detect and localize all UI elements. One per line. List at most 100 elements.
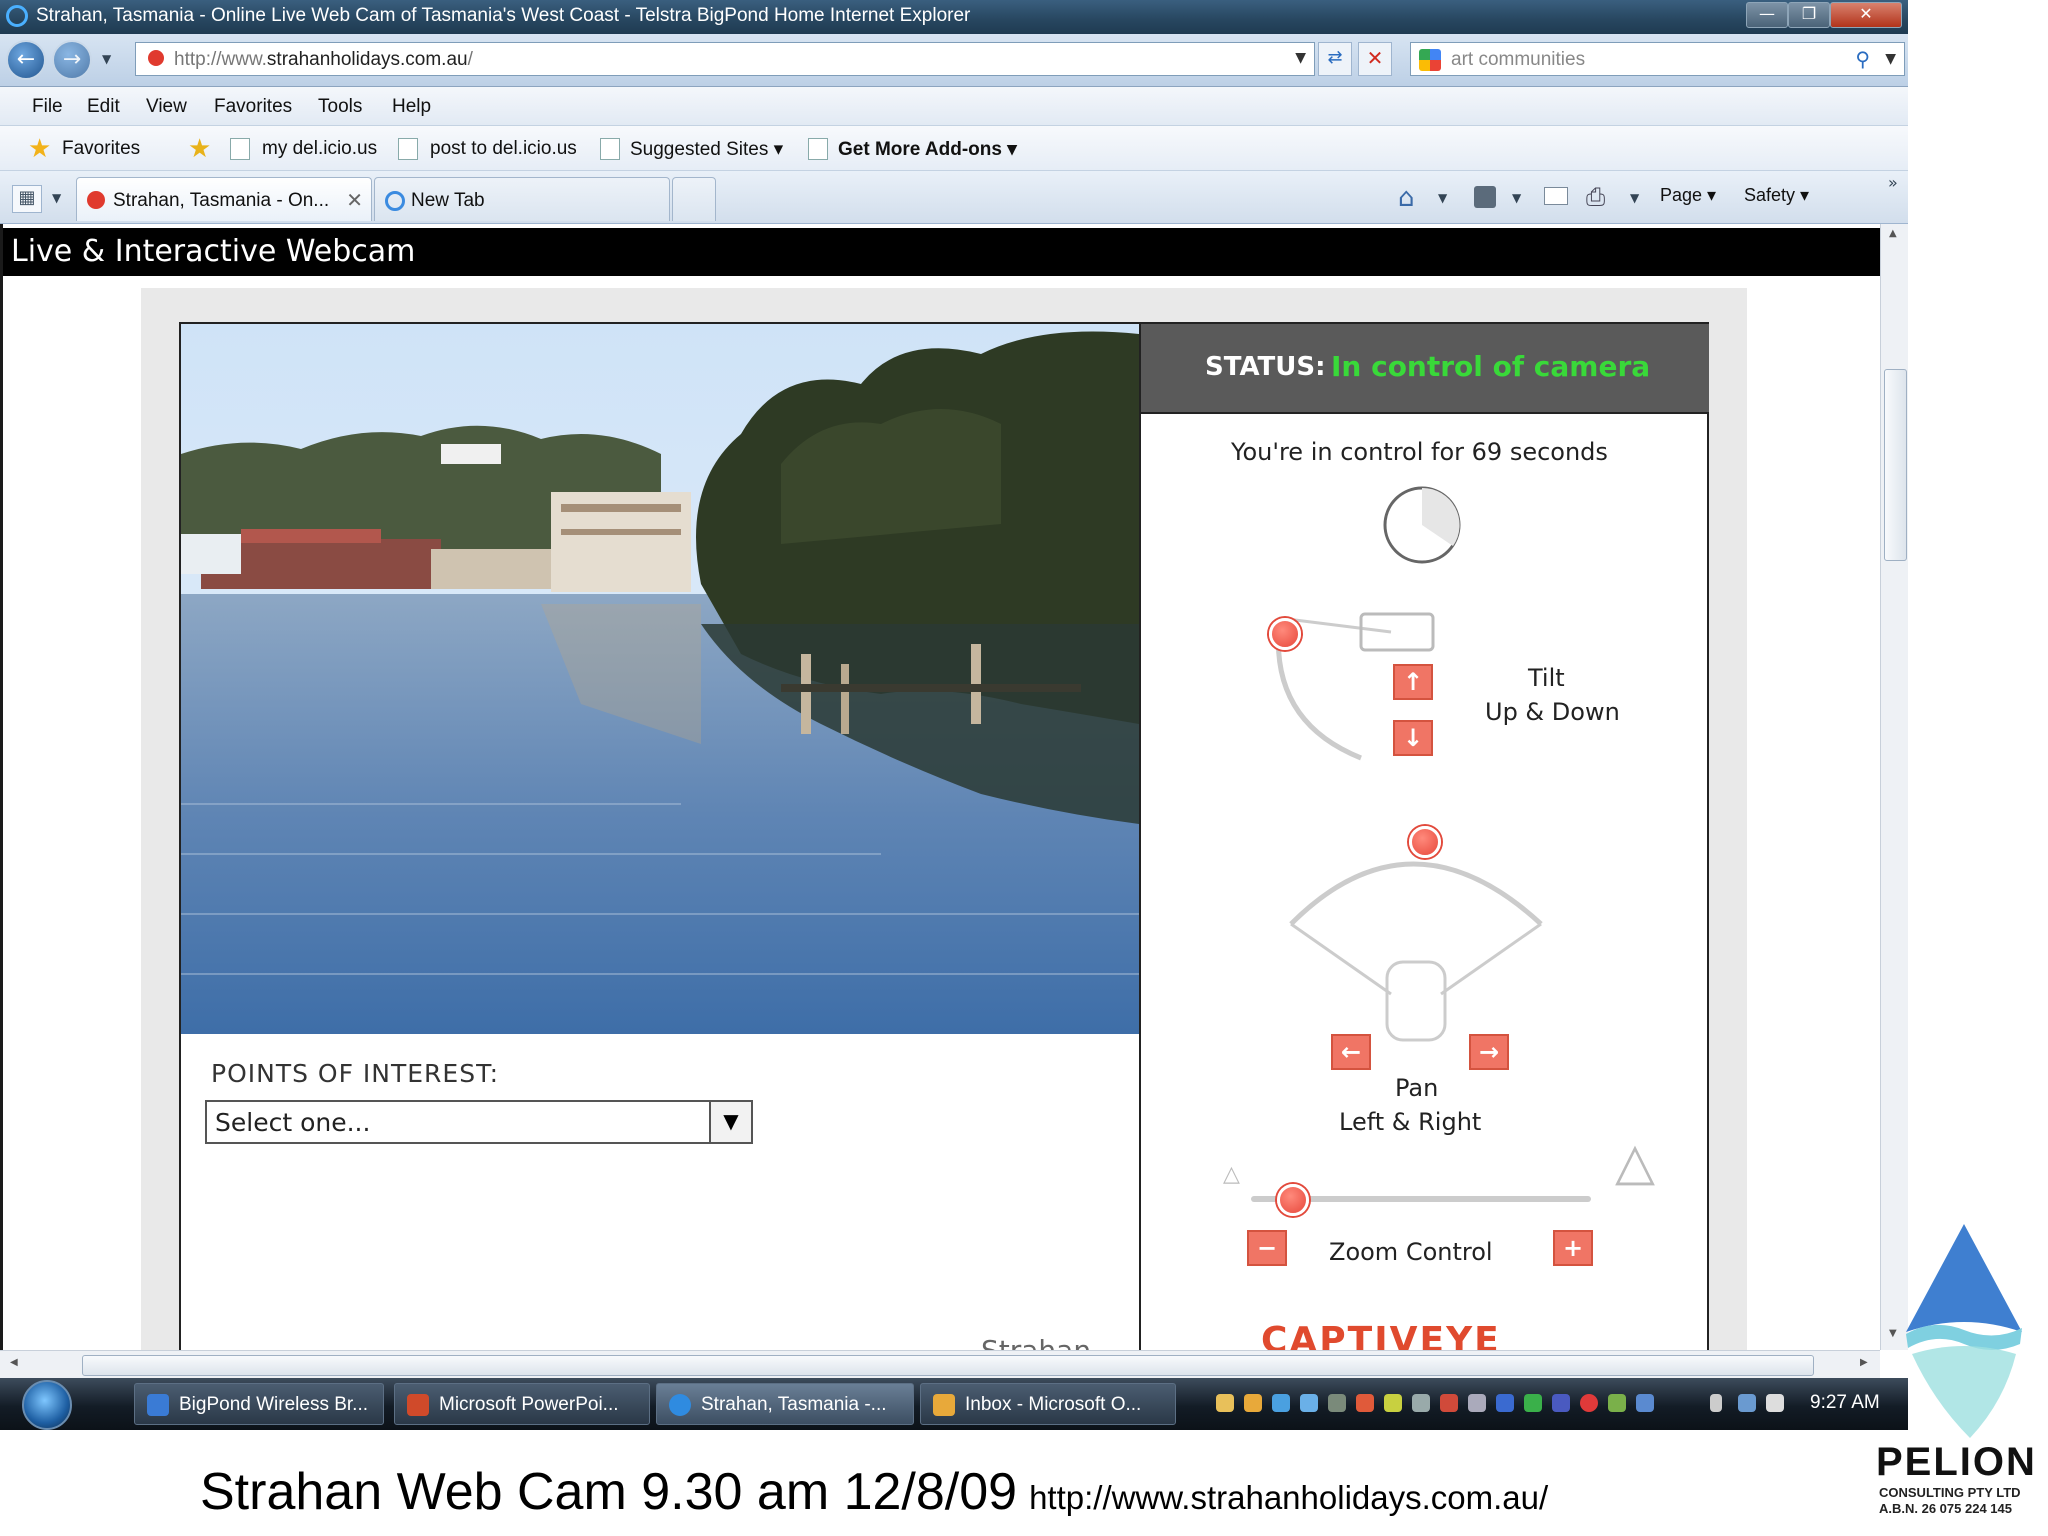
page-menu-button[interactable]: Page ▾ (1660, 185, 1716, 206)
volume-tray-icon[interactable] (1766, 1394, 1784, 1412)
tab-new-tab[interactable]: New Tab (374, 177, 670, 221)
countdown-timer-icon (1383, 486, 1461, 564)
forward-button[interactable]: → (52, 40, 92, 80)
pan-left-button[interactable]: ← (1331, 1034, 1371, 1070)
sync-tray-icon[interactable] (1300, 1394, 1318, 1412)
taskbar-item-outlook[interactable]: Inbox - Microsoft O... (920, 1383, 1176, 1425)
menu-help[interactable]: Help (392, 96, 431, 118)
pelion-line1: CONSULTING PTY LTD (1879, 1485, 2021, 1500)
scroll-down-icon[interactable]: ▼ (1889, 1328, 1897, 1339)
caption-title: Strahan Web Cam 9.30 am 12/8/09 (200, 1463, 1018, 1521)
scroll-up-icon[interactable]: ▲ (1889, 228, 1897, 239)
battery-tray-icon[interactable] (1710, 1394, 1722, 1412)
address-dropdown-icon[interactable]: ▼ (1295, 50, 1306, 66)
pan-right-button[interactable]: → (1469, 1034, 1509, 1070)
update-tray-icon[interactable] (1608, 1394, 1626, 1412)
menu-edit[interactable]: Edit (87, 96, 120, 118)
print-dropdown-icon[interactable]: ▼ (1630, 191, 1639, 205)
search-icon[interactable]: ⚲ (1855, 47, 1870, 71)
scroll-left-icon[interactable]: ◀ (10, 1357, 18, 1368)
address-input[interactable]: http://www.strahanholidays.com.au/ ▼ (135, 42, 1315, 76)
pan-knob[interactable] (1409, 826, 1441, 858)
taskbar-clock[interactable]: 9:27 AM (1810, 1392, 1880, 1414)
points-of-interest-select[interactable]: Select one... ▼ (205, 1100, 753, 1144)
home-dropdown-icon[interactable]: ▼ (1438, 191, 1447, 205)
pan-label: Pan (1395, 1074, 1439, 1102)
tab-close-icon[interactable]: ✕ (346, 188, 363, 212)
fav-link-post-delicious[interactable]: post to del.icio.us (430, 138, 577, 160)
search-input[interactable]: art communities ⚲ ▼ (1410, 42, 1905, 76)
search-text: art communities (1451, 49, 1586, 70)
horizontal-scroll-thumb[interactable] (82, 1355, 1814, 1376)
refresh-icon[interactable]: ⇄ (1318, 42, 1352, 76)
more-chevron-icon[interactable]: » (1888, 173, 1898, 192)
safety-menu-button[interactable]: Safety ▾ (1744, 185, 1809, 206)
zoom-in-button[interactable]: + (1553, 1230, 1593, 1266)
drive-tray-icon[interactable] (1468, 1394, 1486, 1412)
bluetooth-tray-icon[interactable] (1496, 1394, 1514, 1412)
network-tray-icon[interactable] (1272, 1394, 1290, 1412)
menu-file[interactable]: File (32, 96, 63, 118)
home-icon[interactable]: ⌂ (1398, 183, 1415, 213)
tools-tray-icon[interactable] (1440, 1394, 1458, 1412)
tab-bar: ▦ ▼ Strahan, Tasmania - On... ✕ New Tab … (0, 171, 1908, 224)
search-dropdown-icon[interactable]: ▼ (1885, 51, 1896, 67)
security-tray-icon[interactable] (1524, 1394, 1542, 1412)
feeds-icon[interactable] (1474, 186, 1496, 208)
select-dropdown-icon[interactable]: ▼ (709, 1102, 751, 1142)
taskbar-item-ie[interactable]: Strahan, Tasmania -... (656, 1383, 914, 1425)
captiveye-logo: CAPTIVEYE (1261, 1320, 1501, 1350)
alert-tray-icon[interactable] (1356, 1394, 1374, 1412)
tilt-up-button[interactable]: ↑ (1393, 664, 1433, 700)
vertical-scrollbar[interactable]: ▲ ▼ (1880, 224, 1908, 1350)
print-icon[interactable]: ⎙ (1586, 183, 1605, 211)
windows-taskbar: BigPond Wireless Br... Microsoft PowerPo… (0, 1378, 1908, 1430)
taskbar-item-bigpond[interactable]: BigPond Wireless Br... (134, 1383, 384, 1425)
minimize-button[interactable]: — (1746, 2, 1788, 28)
zoom-out-button[interactable]: − (1247, 1230, 1287, 1266)
error-tray-icon[interactable] (1580, 1394, 1598, 1412)
pelion-name: PELION (1876, 1440, 2037, 1484)
read-mail-icon[interactable] (1544, 187, 1568, 205)
audio-device-tray-icon[interactable] (1636, 1394, 1654, 1412)
menu-view[interactable]: View (146, 96, 187, 118)
horizontal-scrollbar[interactable]: ◀ ▶ (0, 1350, 1880, 1379)
vertical-scroll-thumb[interactable] (1884, 369, 1907, 561)
new-tab-button[interactable] (672, 177, 716, 221)
menu-tools[interactable]: Tools (318, 96, 362, 118)
feeds-dropdown-icon[interactable]: ▼ (1512, 191, 1521, 205)
pan-arc (1289, 861, 1543, 1042)
tab-label: Strahan, Tasmania - On... (113, 190, 330, 211)
history-dropdown-icon[interactable]: ▼ (102, 52, 111, 66)
start-button[interactable] (22, 1380, 72, 1430)
restore-button[interactable]: ❐ (1788, 2, 1830, 28)
app-tray-icon[interactable] (1552, 1394, 1570, 1412)
menu-bar: File Edit View Favorites Tools Help (0, 87, 1908, 126)
menu-favorites[interactable]: Favorites (214, 96, 292, 118)
fav-get-addons[interactable]: Get More Add-ons ▾ (838, 138, 1017, 161)
fav-link-my-delicious[interactable]: my del.icio.us (262, 138, 377, 160)
grid-tray-icon[interactable] (1384, 1394, 1402, 1412)
quick-tabs-icon[interactable]: ▦ (12, 185, 42, 213)
wifi-tray-icon[interactable] (1738, 1394, 1756, 1412)
add-favorite-icon[interactable]: ★ (188, 134, 211, 164)
back-button[interactable]: ← (6, 40, 46, 80)
tab-list-dropdown-icon[interactable]: ▼ (52, 191, 61, 205)
tilt-knob[interactable] (1269, 618, 1301, 650)
gear-tray-icon[interactable] (1412, 1394, 1430, 1412)
tilt-down-button[interactable]: ↓ (1393, 720, 1433, 756)
favorites-button[interactable]: Favorites (62, 138, 140, 160)
outlook-tray-icon[interactable] (1244, 1394, 1262, 1412)
stop-icon[interactable]: ✕ (1358, 42, 1392, 76)
favorites-star-icon: ★ (28, 134, 52, 164)
fav-suggested-sites[interactable]: Suggested Sites ▾ (630, 138, 783, 161)
scroll-right-icon[interactable]: ▶ (1860, 1357, 1868, 1368)
taskbar-item-powerpoint[interactable]: Microsoft PowerPoi... (394, 1383, 650, 1425)
close-button[interactable]: ✕ (1830, 2, 1902, 28)
status-label: STATUS: (1205, 352, 1326, 382)
zoom-slider-knob[interactable] (1277, 1184, 1309, 1216)
tab-strahan[interactable]: Strahan, Tasmania - On... ✕ (76, 177, 372, 221)
mail-tray-icon[interactable] (1216, 1394, 1234, 1412)
device-tray-icon[interactable] (1328, 1394, 1346, 1412)
slide-caption: Strahan Web Cam 9.30 am 12/8/09 http://ww… (200, 1462, 1548, 1522)
